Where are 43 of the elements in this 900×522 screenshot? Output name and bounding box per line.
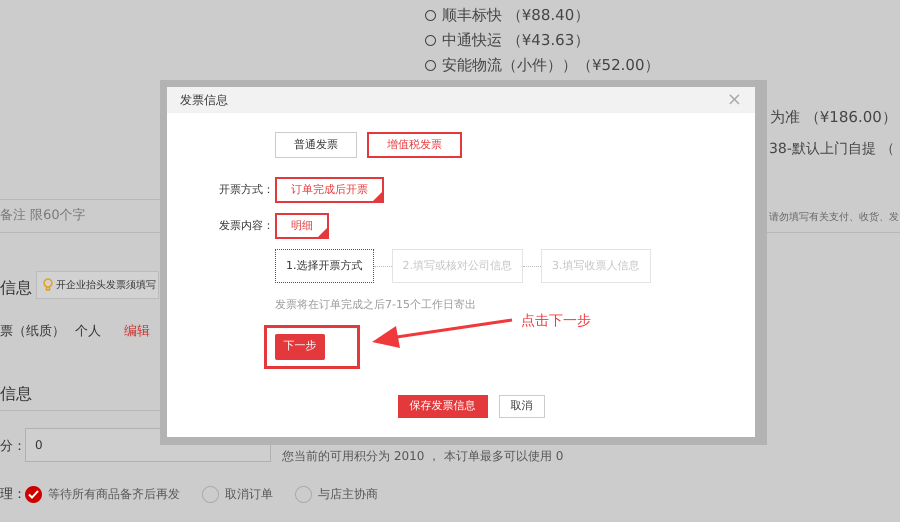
points-note: 您当前的可用积分为 2010 ， 本订单最多可以使用 0 xyxy=(282,448,564,465)
points-label: 分： xyxy=(0,438,26,456)
invoice-type-tab[interactable]: 增值税发票 xyxy=(367,132,462,158)
radio-button[interactable] xyxy=(202,486,219,502)
step-box: 2.填写或核对公司信息 xyxy=(392,249,523,283)
section-title: 信息 xyxy=(0,277,32,299)
price-note: 为准 （¥186.00） xyxy=(770,107,897,128)
option-chip[interactable]: 订单完成后开票 xyxy=(275,177,384,203)
radio-button[interactable] xyxy=(295,486,312,502)
pickup-note: 38-默认上门自提 （ xyxy=(769,140,894,159)
field-label: 发票内容： xyxy=(219,218,275,234)
radio-label: 等待所有商品备齐后再发 xyxy=(48,486,180,503)
invoice-type-text: 票（纸质） xyxy=(0,323,65,341)
radio-button[interactable] xyxy=(425,10,436,20)
next-button[interactable]: 下一步 xyxy=(275,334,325,360)
cancel-button[interactable]: 取消 xyxy=(498,394,544,418)
field-label: 开票方式： xyxy=(219,182,275,198)
stock-label: 理： xyxy=(0,486,26,504)
check-icon xyxy=(28,490,39,498)
step-box: 1.选择开票方式 xyxy=(275,249,374,283)
edit-link[interactable]: 编辑 xyxy=(124,322,150,342)
invoice-type-tab[interactable]: 普通发票 xyxy=(275,132,357,158)
section-title: 信息 xyxy=(0,383,32,405)
radio-button[interactable] xyxy=(425,60,436,70)
radio-label: 取消订单 xyxy=(225,486,273,503)
lightbulb-icon xyxy=(43,278,53,292)
radio-label: 与店主协商 xyxy=(318,486,378,503)
option-chip[interactable]: 明细 xyxy=(275,213,329,239)
annotation-text: 点击下一步 xyxy=(521,312,591,331)
invoice-title-text: 个人 xyxy=(75,323,101,341)
check-corner-icon xyxy=(318,228,327,237)
shipping-option-label: 安能物流（小件））（¥52.00） xyxy=(442,56,660,74)
radio-button[interactable] xyxy=(425,34,436,46)
tip-text: 开企业抬头发票须填写 xyxy=(56,278,156,292)
check-corner-icon xyxy=(373,192,382,201)
radio-button[interactable] xyxy=(25,486,42,502)
delivery-note: 发票将在订单完成之后7-15个工作日寄出 xyxy=(275,297,477,313)
save-button[interactable]: 保存发票信息 xyxy=(398,394,488,418)
dialog-title: 发票信息 xyxy=(180,92,228,109)
shipping-option-label: 顺丰标快 （¥88.40） xyxy=(442,6,590,24)
remark-hint: 请勿填写有关支付、收货、发 xyxy=(769,210,900,225)
shipping-option-label: 中通快运 （¥43.63） xyxy=(442,31,590,49)
step-box: 3.填写收票人信息 xyxy=(541,249,650,283)
